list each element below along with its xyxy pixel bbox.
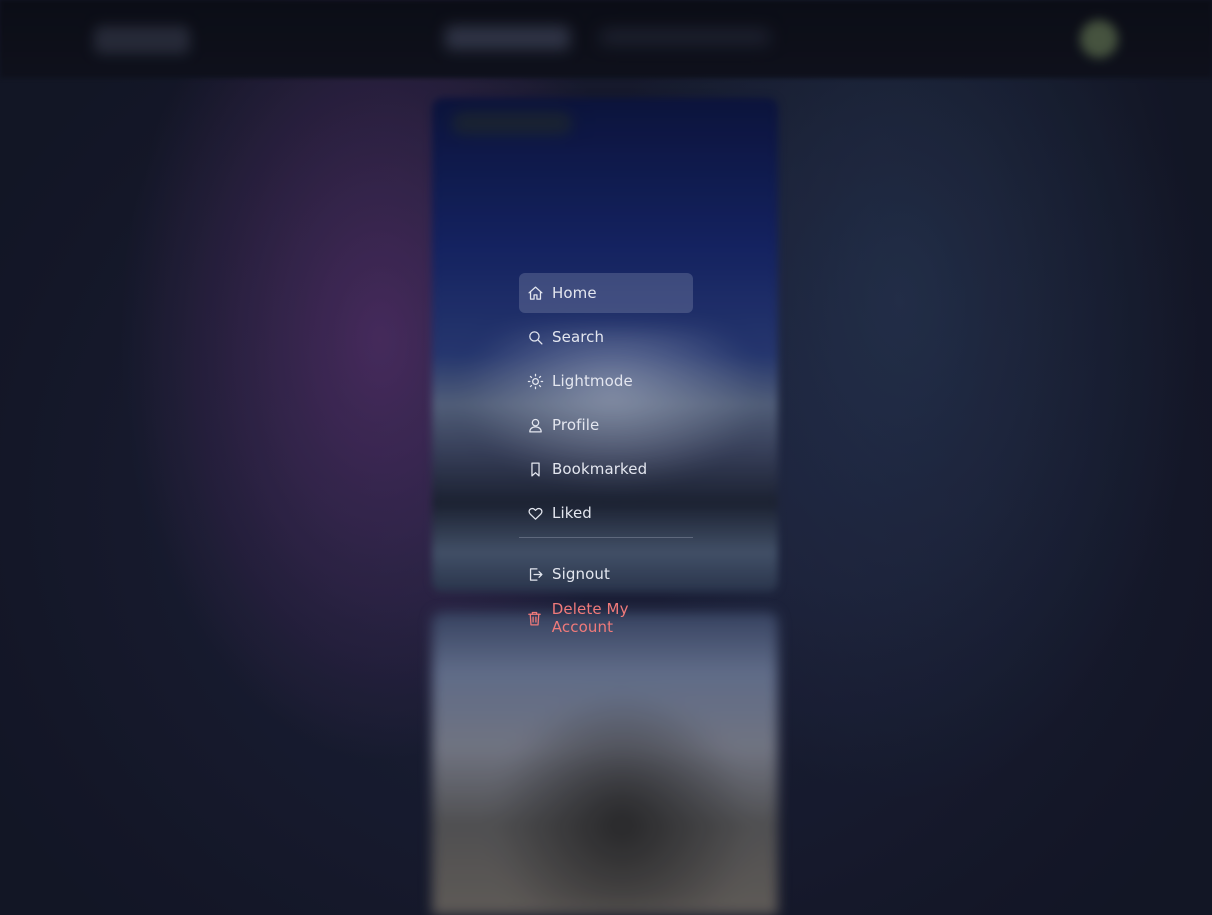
menu-item-label: Liked	[552, 504, 592, 522]
menu-item-delete-account[interactable]: Delete My Account	[519, 598, 693, 638]
menu-item-bookmarked[interactable]: Bookmarked	[519, 449, 693, 489]
sun-icon	[526, 372, 544, 390]
menu-item-lightmode[interactable]: Lightmode	[519, 361, 693, 401]
trash-icon	[526, 609, 544, 627]
menu-item-label: Delete My Account	[551, 600, 629, 636]
menu-item-label: Home	[552, 284, 597, 302]
menu-divider	[519, 537, 693, 538]
bookmark-icon	[526, 460, 544, 478]
navigation-menu: Home Search Lightmode Profile Bookmarked…	[519, 273, 693, 642]
menu-item-signout[interactable]: Signout	[519, 554, 693, 594]
menu-item-label: Search	[552, 328, 605, 346]
menu-item-profile[interactable]: Profile	[519, 405, 693, 445]
menu-item-search[interactable]: Search	[519, 317, 693, 357]
menu-item-label: Bookmarked	[552, 460, 648, 478]
menu-item-label: Profile	[552, 416, 600, 434]
heart-icon	[526, 504, 544, 522]
search-icon	[526, 328, 544, 346]
signout-icon	[526, 565, 544, 583]
menu-item-liked[interactable]: Liked	[519, 493, 693, 533]
user-icon	[526, 416, 544, 434]
menu-item-label: Lightmode	[552, 372, 633, 390]
home-icon	[526, 284, 544, 302]
menu-item-home[interactable]: Home	[519, 273, 693, 313]
menu-item-label: Signout	[552, 565, 610, 583]
